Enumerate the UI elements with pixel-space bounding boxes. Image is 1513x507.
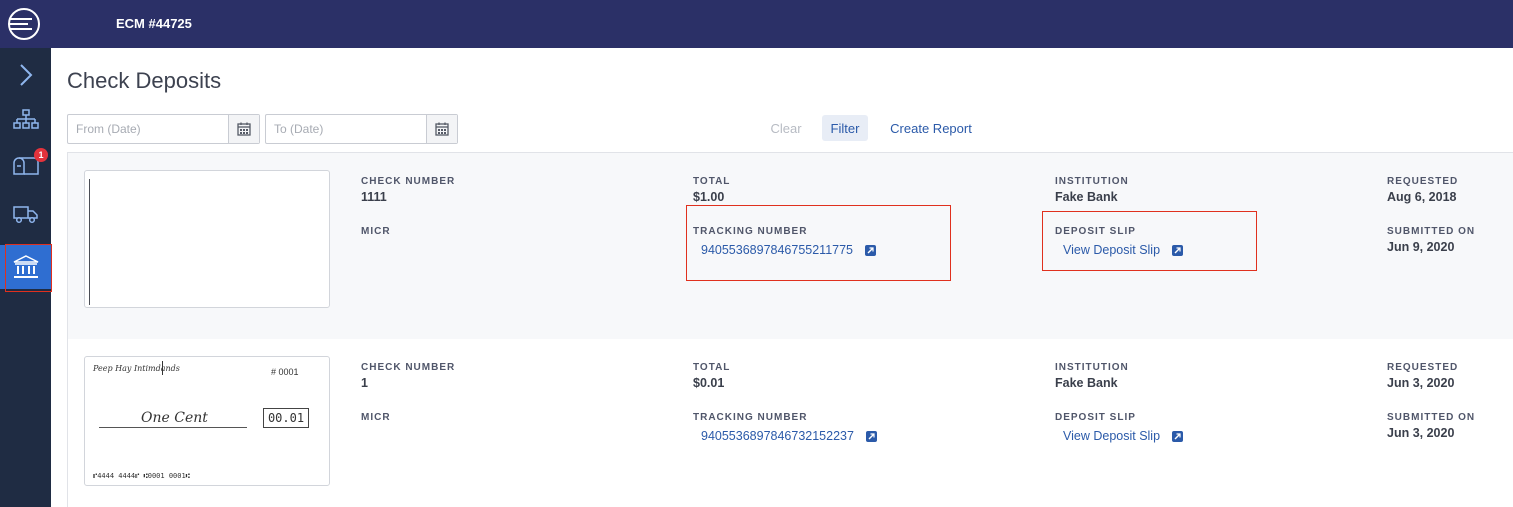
page-title: Check Deposits xyxy=(67,68,222,93)
check-number-value: 1 xyxy=(361,376,368,390)
tracking-number-value: 9405536897846755211775 xyxy=(701,243,854,257)
submitted-on-value: Jun 9, 2020 xyxy=(1387,240,1455,254)
tracking-number-label: TRACKING NUMBER xyxy=(693,412,808,423)
tracking-number-link[interactable]: 9405536897846755211775 xyxy=(701,243,877,257)
truck-icon xyxy=(12,206,38,224)
institution-value: Fake Bank xyxy=(1055,190,1118,204)
from-date-field[interactable] xyxy=(67,114,260,144)
org-chart-icon xyxy=(12,109,39,129)
chevron-right-icon xyxy=(19,64,32,86)
from-date-input[interactable] xyxy=(68,115,227,143)
sidebar-item-organization[interactable] xyxy=(0,98,51,142)
deposit-slip-link-text: View Deposit Slip xyxy=(1063,429,1161,443)
check-image-number: # 0001 xyxy=(271,367,299,377)
check-number-label: CHECK NUMBER xyxy=(361,176,456,187)
deposit-row: CHECK NUMBER 1111 MICR TOTAL $1.00 TRACK… xyxy=(68,153,1513,339)
total-value: $1.00 xyxy=(693,190,725,204)
deposit-slip-label: DEPOSIT SLIP xyxy=(1055,226,1136,237)
check-number-label: CHECK NUMBER xyxy=(361,362,456,373)
check-amount-box: 00.01 xyxy=(263,408,309,428)
check-image[interactable] xyxy=(84,170,330,308)
deposit-slip-link-text: View Deposit Slip xyxy=(1063,243,1161,257)
mail-badge: 1 xyxy=(34,148,48,162)
check-number-value: 1111 xyxy=(361,190,387,204)
micr-label: MICR xyxy=(361,226,391,237)
header-title: ECM #44725 xyxy=(116,16,192,31)
check-micr-line: ⑈4444 4444⑈ ⑆0001 0001⑆ xyxy=(93,472,190,480)
institution-value: Fake Bank xyxy=(1055,376,1118,390)
sidebar: 1 xyxy=(0,48,51,507)
check-payee: Peep Hay Intimdands xyxy=(93,364,180,373)
micr-label: MICR xyxy=(361,412,391,423)
requested-value: Aug 6, 2018 xyxy=(1387,190,1457,204)
create-report-button[interactable]: Create Report xyxy=(882,115,980,141)
filter-button[interactable]: Filter xyxy=(822,115,868,141)
total-label: TOTAL xyxy=(693,362,731,373)
requested-value: Jun 3, 2020 xyxy=(1387,376,1455,390)
external-link-icon xyxy=(1172,244,1184,256)
to-date-field[interactable] xyxy=(265,114,458,144)
app-logo-icon[interactable] xyxy=(6,6,42,42)
top-bar: ECM #44725 xyxy=(0,0,1513,48)
institution-label: INSTITUTION xyxy=(1055,362,1129,373)
submitted-on-label: SUBMITTED ON xyxy=(1387,226,1476,237)
to-date-input[interactable] xyxy=(266,115,425,143)
tracking-number-link[interactable]: 9405536897846732152237 xyxy=(701,429,877,443)
total-value: $0.01 xyxy=(693,376,725,390)
institution-label: INSTITUTION xyxy=(1055,176,1129,187)
tracking-number-value: 9405536897846732152237 xyxy=(701,429,854,443)
sidebar-item-mail[interactable]: 1 xyxy=(0,144,51,188)
sidebar-item-check-deposits[interactable] xyxy=(0,245,51,289)
submitted-on-value: Jun 3, 2020 xyxy=(1387,426,1455,440)
deposit-slip-label: DEPOSIT SLIP xyxy=(1055,412,1136,423)
check-image[interactable]: Peep Hay Intimdands # 0001 One Cent 00.0… xyxy=(84,356,330,486)
external-link-icon xyxy=(865,244,877,256)
view-deposit-slip-link[interactable]: View Deposit Slip xyxy=(1063,243,1184,257)
sidebar-item-shipping[interactable] xyxy=(0,192,51,236)
total-label: TOTAL xyxy=(693,176,731,187)
clear-button[interactable]: Clear xyxy=(763,115,809,141)
sidebar-expand[interactable] xyxy=(0,53,51,97)
external-link-icon xyxy=(865,430,877,442)
tracking-number-label: TRACKING NUMBER xyxy=(693,226,808,237)
requested-label: REQUESTED xyxy=(1387,362,1459,373)
calendar-icon[interactable] xyxy=(228,115,259,143)
check-amount-words: One Cent xyxy=(141,410,208,426)
calendar-icon[interactable] xyxy=(426,115,457,143)
requested-label: REQUESTED xyxy=(1387,176,1459,187)
external-link-icon xyxy=(1172,430,1184,442)
submitted-on-label: SUBMITTED ON xyxy=(1387,412,1476,423)
view-deposit-slip-link[interactable]: View Deposit Slip xyxy=(1063,429,1184,443)
deposit-row: Peep Hay Intimdands # 0001 One Cent 00.0… xyxy=(68,339,1513,507)
bank-icon xyxy=(13,255,38,278)
